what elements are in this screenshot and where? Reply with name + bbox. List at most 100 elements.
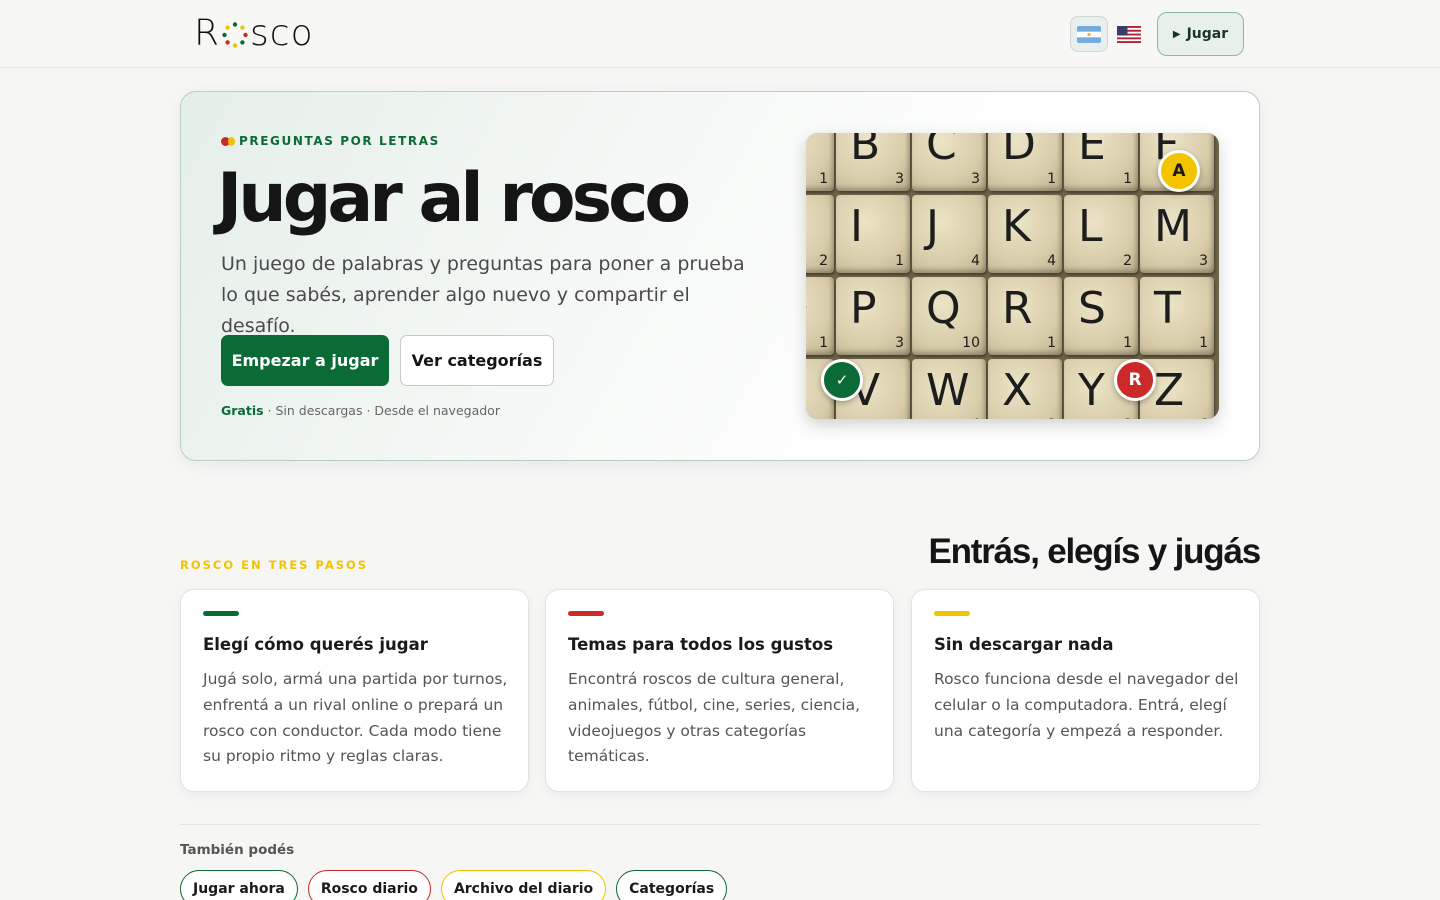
correct-check-icon: ✓ [821, 359, 863, 401]
letter-tile: I1 [836, 195, 910, 273]
letter-tile: M3 [1140, 195, 1214, 273]
header-play-button[interactable]: ▶ Jugar [1157, 12, 1244, 56]
letter-tile: B3 [836, 133, 910, 191]
hero-section: PREGUNTAS POR LETRAS Jugar al rosco Un j… [180, 91, 1260, 461]
logo-letters-sco: sco [250, 13, 314, 54]
tile-points: 1 [819, 335, 828, 351]
tile-letter: K [1002, 201, 1031, 252]
steps-title: Entrás, elegís y jugás [928, 532, 1261, 571]
letter-tile: R1 [988, 277, 1062, 355]
hero-eyebrow: PREGUNTAS POR LETRAS [221, 134, 440, 148]
letter-tile: T1 [1140, 277, 1214, 355]
tile-points: 8 [1123, 417, 1132, 419]
tile-points: 2 [819, 253, 828, 269]
tile-letter: O [806, 283, 809, 334]
language-argentina-button[interactable] [1070, 16, 1108, 52]
card-text: Jugá solo, armá una partida por turnos, … [203, 670, 508, 766]
tile-points: 10 [962, 335, 980, 351]
tile-points: 3 [1199, 253, 1208, 269]
tile-letter: D [1002, 133, 1036, 170]
header-play-label: Jugar [1186, 26, 1229, 42]
logo-letter-r: R [194, 13, 221, 54]
top-navigation-bar: R sco ▶ Jugar [0, 0, 1440, 68]
hero-title: Jugar al rosco [217, 159, 691, 238]
tile-letter: Z [1154, 365, 1185, 416]
hero-meta: Gratis · Sin descargas · Desde el navega… [221, 403, 500, 418]
card-accent-bar [568, 611, 604, 616]
tile-points: 1 [1047, 335, 1056, 351]
start-playing-button[interactable]: Empezar a jugar [221, 335, 389, 386]
link-categories[interactable]: Categorías [616, 870, 728, 900]
letter-tile: K4 [988, 195, 1062, 273]
letter-tile: X8 [988, 359, 1062, 419]
letter-tile: A1 [806, 133, 834, 191]
tile-points: 4 [1047, 253, 1056, 269]
logo-ring-icon [222, 22, 248, 48]
step-card: Elegí cómo querés jugar Jugá solo, armá … [180, 589, 529, 792]
view-categories-button[interactable]: Ver categorías [400, 335, 554, 386]
tile-letter: H [806, 201, 807, 252]
tile-points: 1 [1123, 171, 1132, 187]
tile-letter: Y [1078, 365, 1105, 416]
link-play-now[interactable]: Jugar ahora [180, 870, 298, 900]
letter-tile: H2 [806, 195, 834, 273]
card-text: Rosco funciona desde el navegador del ce… [934, 670, 1239, 740]
steps-eyebrow: ROSCO EN TRES PASOS [180, 558, 369, 572]
card-accent-bar [203, 611, 239, 616]
tile-points: 2 [1123, 253, 1132, 269]
hero-subtitle: Un juego de palabras y preguntas para po… [221, 253, 745, 337]
tile-points: 1 [895, 253, 904, 269]
tile-letter: B [850, 133, 881, 170]
tile-points: 3 [895, 335, 904, 351]
letter-tile: W4 [912, 359, 986, 419]
tile-points: 4 [971, 417, 980, 419]
letter-tiles-image: A1B3C3D1E1FH2I1J4K4L2M3O1P3Q10R1S1T1UVW4… [806, 133, 1219, 419]
rosco-logo[interactable]: R sco [194, 14, 314, 54]
letter-badge-r: R [1114, 359, 1156, 401]
card-title: Temas para todos los gustos [568, 635, 834, 654]
quick-links: Jugar ahora Rosco diario Archivo del dia… [180, 870, 728, 900]
letter-tile: D1 [988, 133, 1062, 191]
hero-eyebrow-text: PREGUNTAS POR LETRAS [239, 134, 440, 148]
also-title: También podés [180, 842, 295, 858]
step-card: Temas para todos los gustos Encontrá ros… [545, 589, 894, 792]
card-title: Sin descargar nada [934, 635, 1114, 654]
tile-points: 4 [971, 253, 980, 269]
tile-points: 1 [1199, 335, 1208, 351]
tile-points: 1 [1047, 171, 1056, 187]
letter-tile: O1 [806, 277, 834, 355]
section-divider [180, 824, 1260, 825]
usa-flag-icon [1117, 25, 1141, 43]
tile-points: 8 [1047, 417, 1056, 419]
card-accent-bar [934, 611, 970, 616]
tile-letter: X [1002, 365, 1033, 416]
tile-letter: C [926, 133, 957, 170]
tile-points: 6 [1199, 417, 1208, 419]
letter-tile: C3 [912, 133, 986, 191]
letter-tile: J4 [912, 195, 986, 273]
tile-points: 3 [971, 171, 980, 187]
card-title: Elegí cómo querés jugar [203, 635, 428, 654]
tile-points: 1 [1123, 335, 1132, 351]
tile-letter: Q [926, 283, 961, 334]
tile-letter: R [1002, 283, 1033, 334]
tile-letter: L [1078, 201, 1103, 252]
argentina-flag-icon [1077, 25, 1101, 43]
letter-tile: L2 [1064, 195, 1138, 273]
tile-points: 1 [819, 171, 828, 187]
letter-badge-a: A [1158, 150, 1200, 192]
play-icon: ▶ [1172, 28, 1181, 40]
step-card: Sin descargar nada Rosco funciona desde … [911, 589, 1260, 792]
letter-tile: P3 [836, 277, 910, 355]
yellow-dot-icon [228, 136, 235, 146]
link-daily-archive[interactable]: Archivo del diario [440, 870, 607, 900]
tile-letter: I [850, 201, 863, 252]
tile-points: 3 [895, 171, 904, 187]
language-usa-button[interactable] [1110, 16, 1148, 52]
letter-tile: S1 [1064, 277, 1138, 355]
link-daily-rosco[interactable]: Rosco diario [307, 870, 431, 900]
tile-letter: S [1078, 283, 1106, 334]
card-text: Encontrá roscos de cultura general, anim… [568, 670, 861, 766]
letter-tile: E1 [1064, 133, 1138, 191]
tile-letter: M [1154, 201, 1192, 252]
